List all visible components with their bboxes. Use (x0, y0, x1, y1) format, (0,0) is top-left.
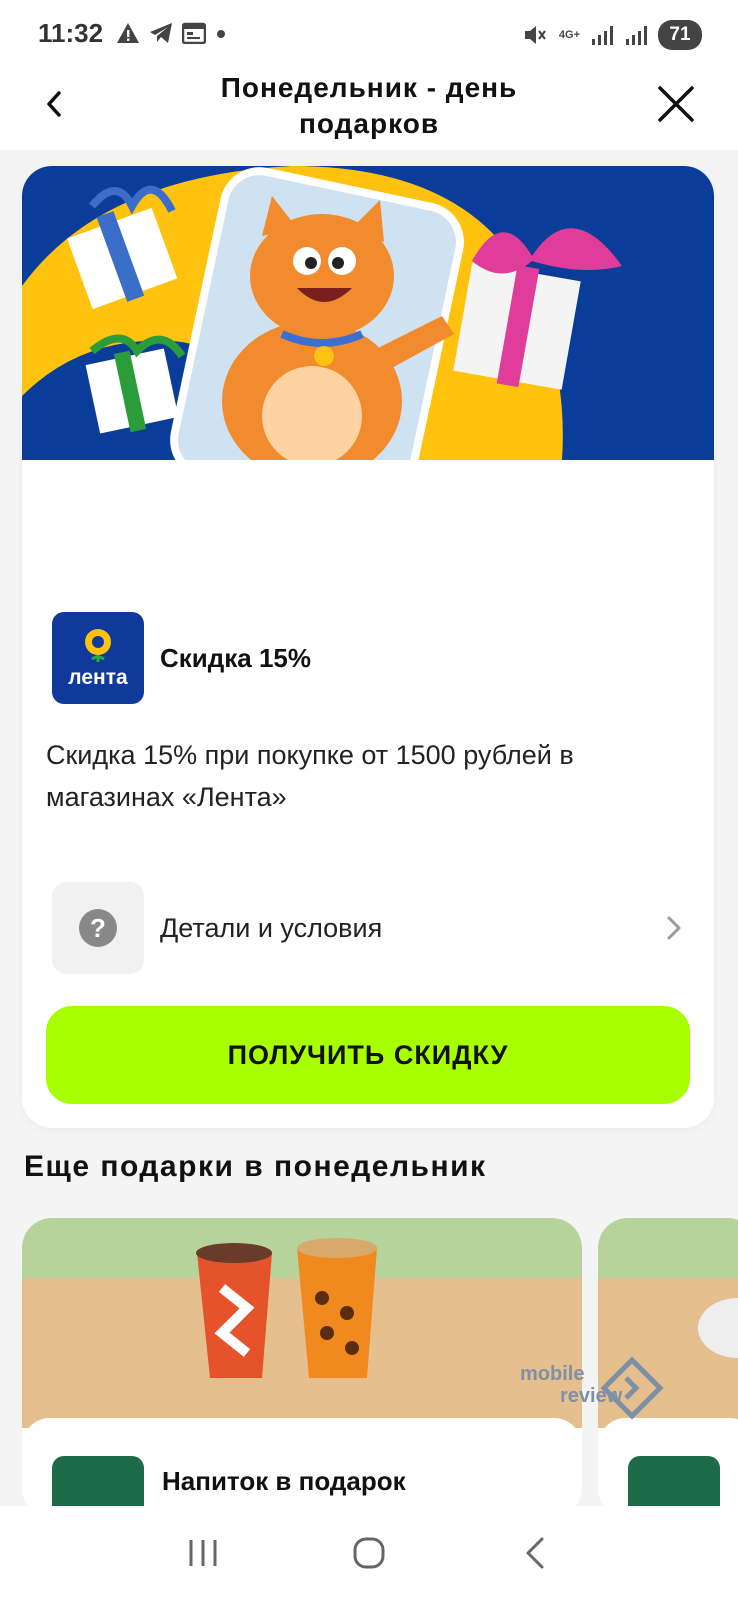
system-nav-bar (0, 1506, 738, 1600)
question-icon: ? (79, 909, 117, 947)
mobile-review-watermark: mobile review (520, 1356, 664, 1420)
gift-card-title: Напиток в подарок (162, 1466, 406, 1496)
status-bar: 11:32 4G+ 71 (0, 0, 738, 70)
content-scroll[interactable]: лента Скидка 15% Скидка 15% при покупке … (0, 150, 738, 1506)
close-button[interactable] (654, 82, 698, 126)
offer-card: лента Скидка 15% Скидка 15% при покупке … (22, 166, 714, 1128)
recents-icon (189, 1540, 217, 1566)
sunflower-icon (85, 629, 111, 662)
mute-icon (524, 26, 546, 44)
vkusno-logo (52, 1456, 144, 1506)
telegram-icon (150, 23, 172, 43)
back-button[interactable] (36, 82, 72, 126)
get-discount-button[interactable]: ПОЛУЧИТЬ СКИДКУ (46, 1006, 690, 1104)
nav-back-button[interactable] (505, 1523, 565, 1583)
drinks-image (22, 1218, 582, 1428)
lenta-logo-text: лента (68, 666, 128, 689)
recents-button[interactable] (173, 1523, 233, 1583)
watermark-line1: mobile (520, 1363, 584, 1385)
lenta-logo: лента (52, 612, 144, 704)
status-time: 11:32 (38, 18, 104, 48)
gift-card[interactable]: Напиток в подарок (22, 1218, 582, 1506)
close-icon (658, 86, 694, 122)
offer-description: Скидка 15% при покупке от 1500 рублей в … (46, 740, 574, 812)
nav-back-icon (526, 1537, 544, 1569)
home-icon (353, 1537, 385, 1569)
details-label: Детали и условия (160, 912, 383, 943)
gift-card-info: Напиток в подарок (22, 1418, 582, 1506)
status-notification-icons (116, 22, 228, 44)
page-title-line2: подарков (298, 108, 440, 139)
help-box: ? (52, 882, 144, 974)
details-and-conditions-row[interactable]: ? Детали и условия (52, 882, 686, 974)
header: Понедельник - день подарков (0, 70, 738, 150)
page-title: Понедельник - день подарков (150, 70, 588, 142)
battery-indicator: 71 (658, 20, 702, 50)
signal-icon-2 (626, 26, 647, 45)
more-gifts-title: Еще подарки в понедельник (24, 1150, 487, 1183)
offer-header: лента Скидка 15% (52, 612, 311, 704)
status-system-icons: 4G+ 71 (523, 20, 702, 50)
network-label: 4G+ (558, 29, 580, 41)
calendar-icon (182, 22, 206, 44)
back-icon (47, 91, 61, 117)
gift-card-info (598, 1418, 738, 1506)
home-button[interactable] (339, 1523, 399, 1583)
page-title-line1: Понедельник - день (220, 72, 518, 103)
dot-icon (217, 30, 225, 38)
signal-icon (592, 26, 613, 45)
offer-title: Скидка 15% (160, 642, 312, 673)
chevron-right-icon (667, 916, 681, 940)
warning-icon (117, 23, 139, 43)
vkusno-logo (628, 1456, 720, 1506)
promo-banner-image (22, 166, 714, 460)
